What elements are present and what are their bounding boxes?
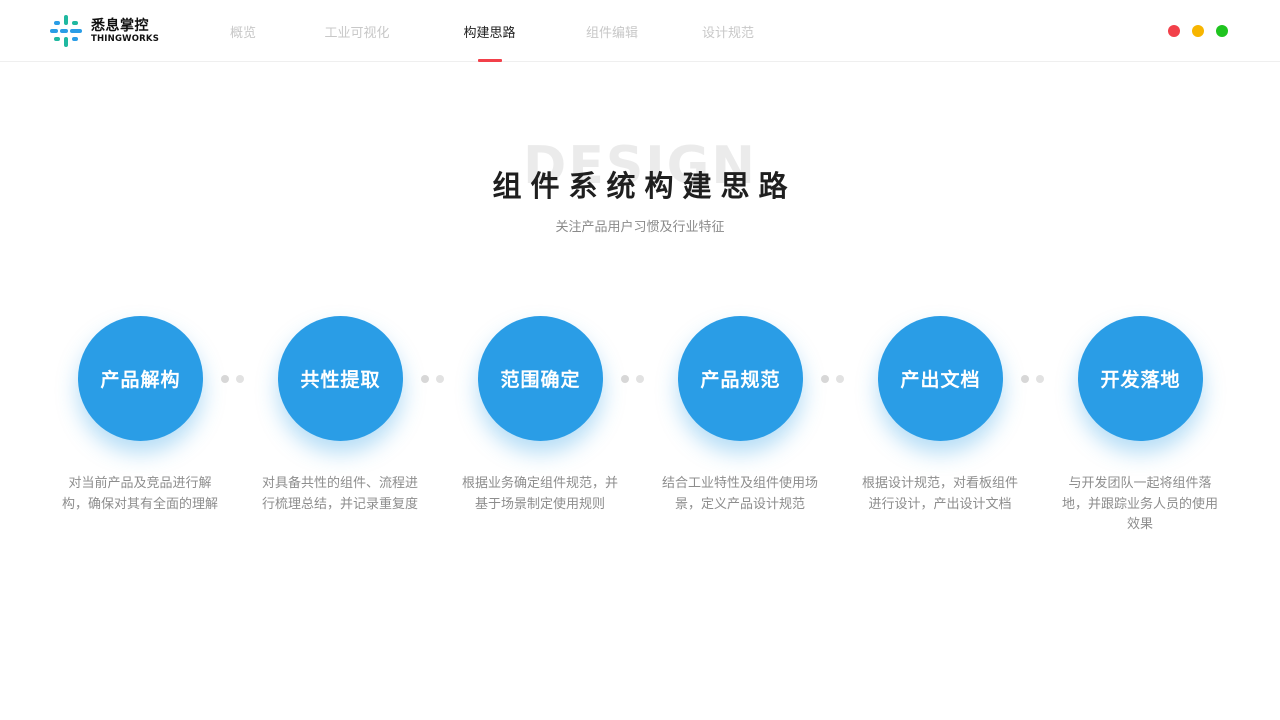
page-subtitle: 关注产品用户习惯及行业特征 [555, 220, 725, 235]
step-description: 与开发团队一起将组件落地，并跟踪业务人员的使用效果 [1061, 476, 1218, 532]
window-controls [1168, 25, 1240, 37]
step-circle[interactable]: 产品规范 [678, 316, 803, 441]
nav-tab-design-spec[interactable]: 设计规范 [673, 0, 783, 62]
brand-text: 悉息掌控 THINGWORKS [91, 18, 159, 45]
step-label: 产品解构 [100, 369, 181, 391]
thingworks-logo-icon [50, 15, 82, 47]
main-nav: 概览 工业可视化 构建思路 组件编辑 设计规范 [200, 0, 783, 62]
page-title: 组件系统构建思路 [492, 169, 797, 203]
step-description: 结合工业特性及组件使用场景，定义产品设计规范 [661, 476, 818, 512]
brand-name-en: THINGWORKS [91, 33, 160, 44]
step-connector [221, 375, 251, 383]
brand-logo[interactable]: 悉息掌控 THINGWORKS [50, 14, 159, 48]
step-description: 对当前产品及竞品进行解构，确保对其有全面的理解 [61, 476, 218, 512]
step-circle[interactable]: 产品解构 [78, 316, 203, 441]
top-header: 悉息掌控 THINGWORKS 概览 工业可视化 构建思路 组件编辑 设计规范 [0, 0, 1280, 62]
step-label: 产品规范 [700, 369, 781, 391]
step-connector [1021, 375, 1051, 383]
step-circle[interactable]: 范围确定 [478, 316, 603, 441]
step-description: 根据设计规范，对看板组件进行设计，产出设计文档 [861, 476, 1018, 512]
step-circle[interactable]: 产出文档 [878, 316, 1003, 441]
step-connector [821, 375, 851, 383]
green-dot-icon[interactable] [1216, 25, 1228, 37]
nav-tab-overview[interactable]: 概览 [200, 0, 286, 62]
step-description: 根据业务确定组件规范，并基于场景制定使用规则 [461, 476, 618, 512]
nav-tab-component-editing[interactable]: 组件编辑 [551, 0, 673, 62]
step-label: 开发落地 [1100, 369, 1181, 391]
step-label: 产出文档 [900, 369, 981, 391]
step-label: 共性提取 [300, 369, 381, 391]
step-label: 范围确定 [500, 369, 581, 391]
nav-tab-build-approach[interactable]: 构建思路 [428, 0, 551, 62]
nav-tab-industrial-visualization[interactable]: 工业可视化 [286, 0, 428, 62]
step-circle[interactable]: 开发落地 [1078, 316, 1203, 441]
yellow-dot-icon[interactable] [1192, 25, 1204, 37]
step-circle[interactable]: 共性提取 [278, 316, 403, 441]
step-connector [421, 375, 451, 383]
step-connector [621, 375, 651, 383]
step-description: 对具备共性的组件、流程进行梳理总结，并记录重复度 [261, 476, 418, 512]
red-dot-icon[interactable] [1168, 25, 1180, 37]
brand-name-cn: 悉息掌控 [91, 17, 149, 34]
